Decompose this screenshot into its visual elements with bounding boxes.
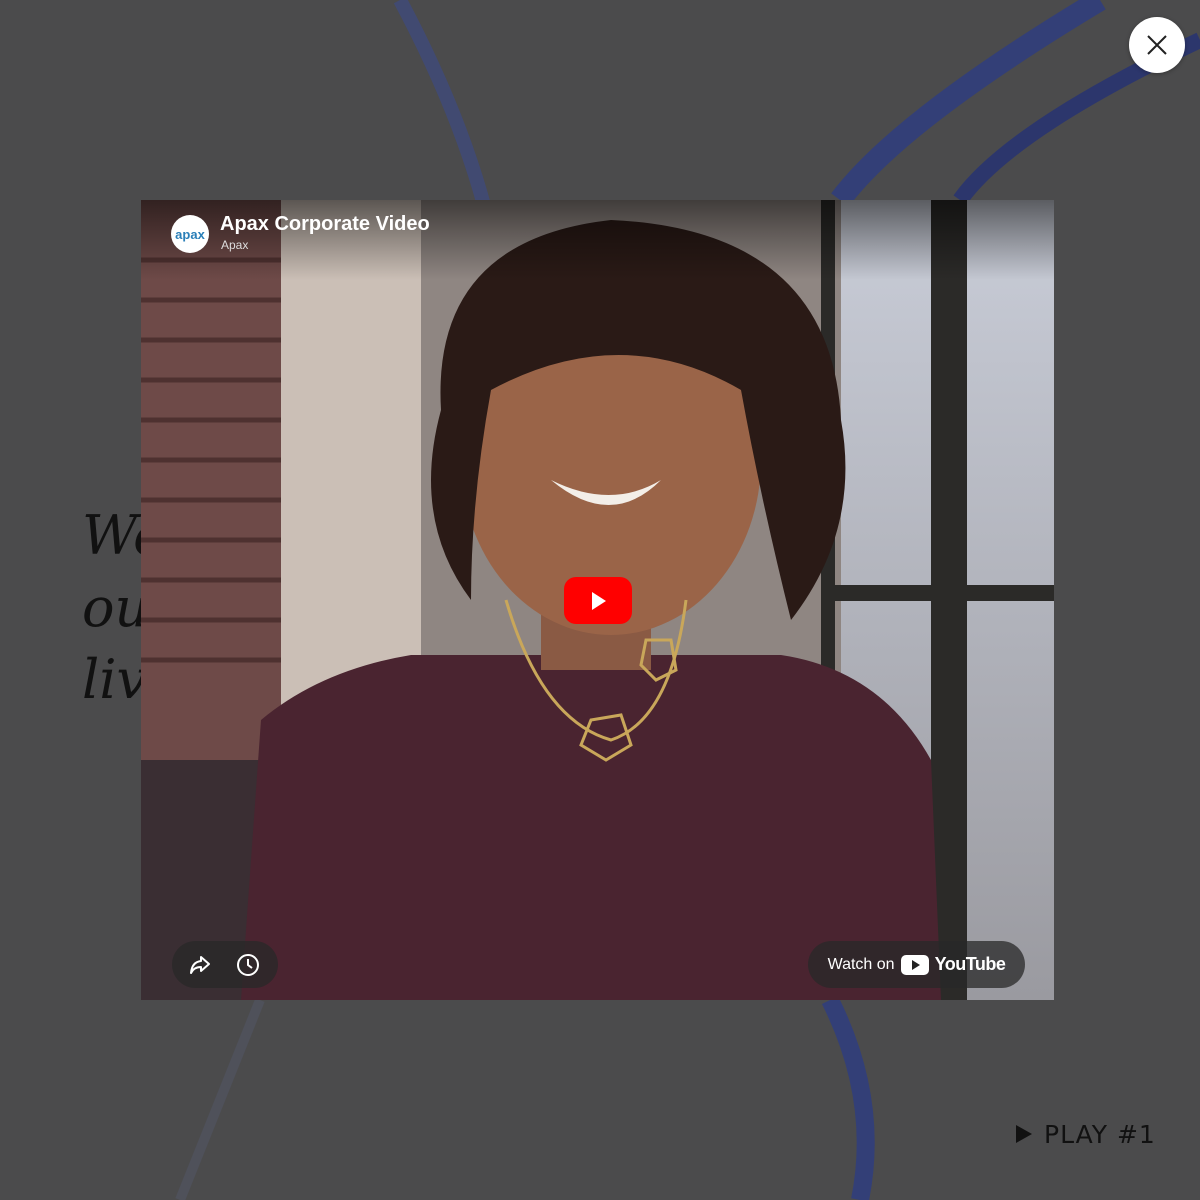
youtube-embed[interactable]: apax Apax Corporate Video Apax Watch on … bbox=[141, 200, 1054, 1000]
play-link[interactable]: PLAY #1 bbox=[1014, 1118, 1156, 1150]
play-icon bbox=[592, 591, 606, 610]
video-header-gradient bbox=[141, 200, 1054, 280]
play-triangle-icon bbox=[1016, 1125, 1032, 1143]
channel-logo-text: apax bbox=[175, 226, 205, 242]
share-icon bbox=[190, 956, 210, 974]
channel-name: Apax bbox=[221, 238, 249, 252]
channel-logo[interactable]: apax bbox=[171, 215, 209, 253]
watch-later-icon bbox=[237, 954, 259, 976]
play-link-label: PLAY #1 bbox=[1044, 1119, 1156, 1149]
watch-on-label: Watch on bbox=[827, 955, 895, 973]
close-icon bbox=[1147, 35, 1167, 55]
video-title[interactable]: Apax Corporate Video bbox=[220, 213, 430, 236]
watch-on-youtube-button[interactable]: Watch on YouTube bbox=[808, 941, 1025, 988]
youtube-logo-icon bbox=[900, 954, 929, 975]
watch-later-button[interactable] bbox=[235, 952, 261, 978]
share-button[interactable] bbox=[187, 952, 213, 978]
close-button[interactable] bbox=[1129, 17, 1185, 73]
video-controls bbox=[172, 941, 278, 988]
play-button[interactable] bbox=[564, 577, 632, 624]
youtube-wordmark: YouTube bbox=[934, 954, 1006, 974]
